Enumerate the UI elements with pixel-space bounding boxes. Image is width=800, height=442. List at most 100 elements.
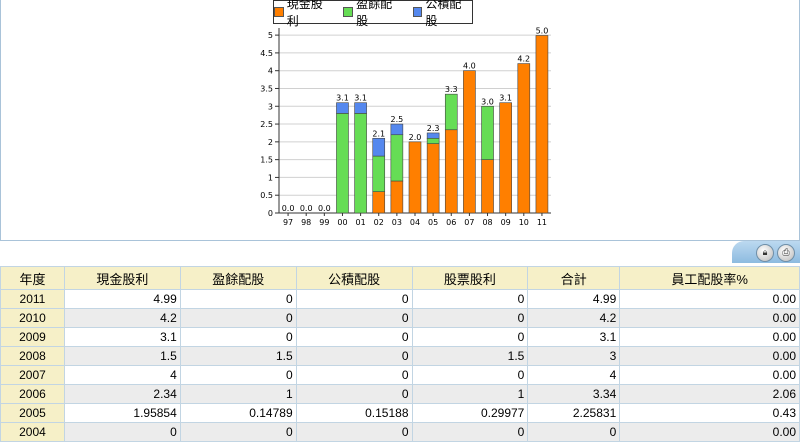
bar-total-label: 4.0 [463, 62, 476, 71]
cell-year: 2008 [0, 346, 65, 366]
cell-stock-dividend: 1.5 [411, 346, 529, 366]
cell-reserve-stock: 0 [295, 327, 413, 347]
cell-stock-dividend: 0 [411, 308, 529, 328]
table-row: 2005 1.95854 0.14789 0.15188 0.29977 2.25831 0… [0, 403, 800, 423]
bar-total-label: 2.5 [390, 115, 403, 124]
cell-reserve-stock: 0 [295, 365, 413, 385]
bar-segment-06-s0 [444, 129, 458, 214]
table-row: 2007 4 0 0 0 4 0.00 [0, 365, 800, 385]
table-row: 2008 1.5 1.5 0 1.5 3 0.00 [0, 346, 800, 366]
header-stock-dividend: 股票股利 [411, 266, 529, 290]
header-earnings-stock: 盈餘配股 [179, 266, 297, 290]
x-tick-label: 00 [337, 218, 347, 227]
x-tick-label: 07 [464, 218, 474, 227]
bar-segment-05-s1 [426, 137, 440, 144]
bar-total-label: 2.1 [372, 129, 385, 138]
cell-year: 2009 [0, 327, 65, 347]
chart-legend: 現金股利 盈餘配股 公積配股 [273, 0, 473, 28]
dividend-table: 年度 現金股利 盈餘配股 公積配股 股票股利 合計 員工配股率% 2011 4.9… [0, 266, 800, 442]
header-employee-ratio: 員工配股率% [619, 266, 800, 290]
y-tick-label: 3 [268, 102, 273, 111]
cell-total: 0 [527, 422, 621, 442]
print-icon[interactable]: ⎙ [777, 244, 795, 262]
cell-employee-ratio: 0.00 [619, 327, 800, 347]
x-tick-label: 08 [482, 218, 492, 227]
bar-total-label: 2.0 [409, 133, 422, 142]
x-tick-label: 09 [501, 218, 511, 227]
x-tick-label: 02 [374, 218, 384, 227]
bar-segment-07-s0 [463, 70, 476, 214]
x-tick-label: 01 [356, 218, 366, 227]
bar-segment-10-s0 [517, 63, 531, 214]
bar-segment-03-s0 [390, 180, 404, 214]
lock-icon[interactable]: 🔒︎ [756, 244, 774, 262]
cell-total: 3.1 [527, 327, 621, 347]
y-tick-label: 2.5 [260, 120, 273, 129]
bar-segment-00-s2 [336, 102, 349, 114]
cell-total: 3.34 [527, 384, 621, 404]
cell-reserve-stock: 0 [295, 308, 413, 328]
legend-item-earnings: 盈餘配股 [343, 0, 402, 29]
cell-employee-ratio: 0.00 [619, 346, 800, 366]
cell-cash-dividend: 4.99 [63, 289, 181, 309]
y-tick-label: 0.5 [260, 191, 273, 200]
x-tick-label: 04 [410, 218, 420, 227]
cell-total: 2.25831 [527, 403, 621, 423]
cell-total: 3 [527, 346, 621, 366]
bar-segment-02-s1 [372, 155, 386, 192]
cell-total: 4 [527, 365, 621, 385]
cell-employee-ratio: 0.00 [619, 289, 800, 309]
y-tick-label: 3.5 [260, 84, 273, 93]
legend-label-earnings: 盈餘配股 [356, 0, 393, 28]
cell-earnings-stock: 0 [179, 308, 297, 328]
x-tick-label: 98 [301, 218, 311, 227]
cell-earnings-stock: 1.5 [179, 346, 297, 366]
y-tick-label: 4.5 [260, 49, 273, 58]
header-reserve-stock: 公積配股 [295, 266, 413, 290]
bar-total-label: 0.0 [282, 204, 295, 213]
bar-total-label: 0.0 [318, 204, 331, 213]
table-row: 2010 4.2 0 0 0 4.2 0.00 [0, 308, 800, 328]
bar-segment-05-s0 [426, 143, 440, 214]
cell-employee-ratio: 2.06 [619, 384, 800, 404]
cell-earnings-stock: 1 [179, 384, 297, 404]
cell-earnings-stock: 0 [179, 422, 297, 442]
cell-earnings-stock: 0 [179, 327, 297, 347]
cell-total: 4.2 [527, 308, 621, 328]
bar-segment-02-s2 [372, 137, 386, 157]
cell-year: 2011 [0, 289, 65, 309]
x-tick-label: 06 [446, 218, 456, 227]
bar-segment-08-s1 [481, 105, 494, 160]
cell-stock-dividend: 0 [411, 365, 529, 385]
y-tick-label: 4 [268, 67, 273, 76]
cell-reserve-stock: 0 [295, 346, 413, 366]
table-row: 2006 2.34 1 0 1 3.34 2.06 [0, 384, 800, 404]
cell-cash-dividend: 0 [63, 422, 181, 442]
bar-segment-04-s0 [408, 141, 422, 214]
y-tick-label: 0 [268, 209, 273, 218]
bar-segment-01-s1 [354, 113, 367, 214]
cell-stock-dividend: 0.29977 [411, 403, 529, 423]
cell-earnings-stock: 0.14789 [179, 403, 297, 423]
table-row: 2004 0 0 0 0 0 0.00 [0, 422, 800, 442]
table-row: 2011 4.99 0 0 0 4.99 0.00 [0, 289, 800, 309]
dividend-chart: 0 0.5 1 1.5 2 2.5 3 3.5 4 4.5 5 0.0 97 0.0 98 0.0 99 3.1 0… [260, 26, 551, 227]
bar-total-label: 3.1 [336, 94, 349, 103]
bar-total-label: 3.1 [499, 94, 512, 103]
legend-label-reserve: 公積配股 [425, 0, 462, 28]
dividend-chart-panel: 0 0.5 1 1.5 2 2.5 3 3.5 4 4.5 5 0.0 97 0.0 98 0.0 99 3.1 0… [0, 0, 800, 241]
bar-total-label: 5.0 [536, 26, 549, 35]
x-tick-label: 99 [319, 218, 329, 227]
cell-employee-ratio: 0.43 [619, 403, 800, 423]
bar-segment-00-s1 [336, 113, 349, 214]
cell-earnings-stock: 0 [179, 289, 297, 309]
cell-cash-dividend: 1.95854 [63, 403, 181, 423]
cell-cash-dividend: 4.2 [63, 308, 181, 328]
x-tick-label: 97 [283, 218, 293, 227]
bar-total-label: 2.3 [427, 124, 440, 133]
cell-total: 4.99 [527, 289, 621, 309]
bar-total-label: 3.0 [481, 97, 494, 106]
y-tick-label: 1 [268, 173, 273, 182]
legend-swatch-cash [274, 7, 284, 17]
table-row: 2009 3.1 0 0 0 3.1 0.00 [0, 327, 800, 347]
